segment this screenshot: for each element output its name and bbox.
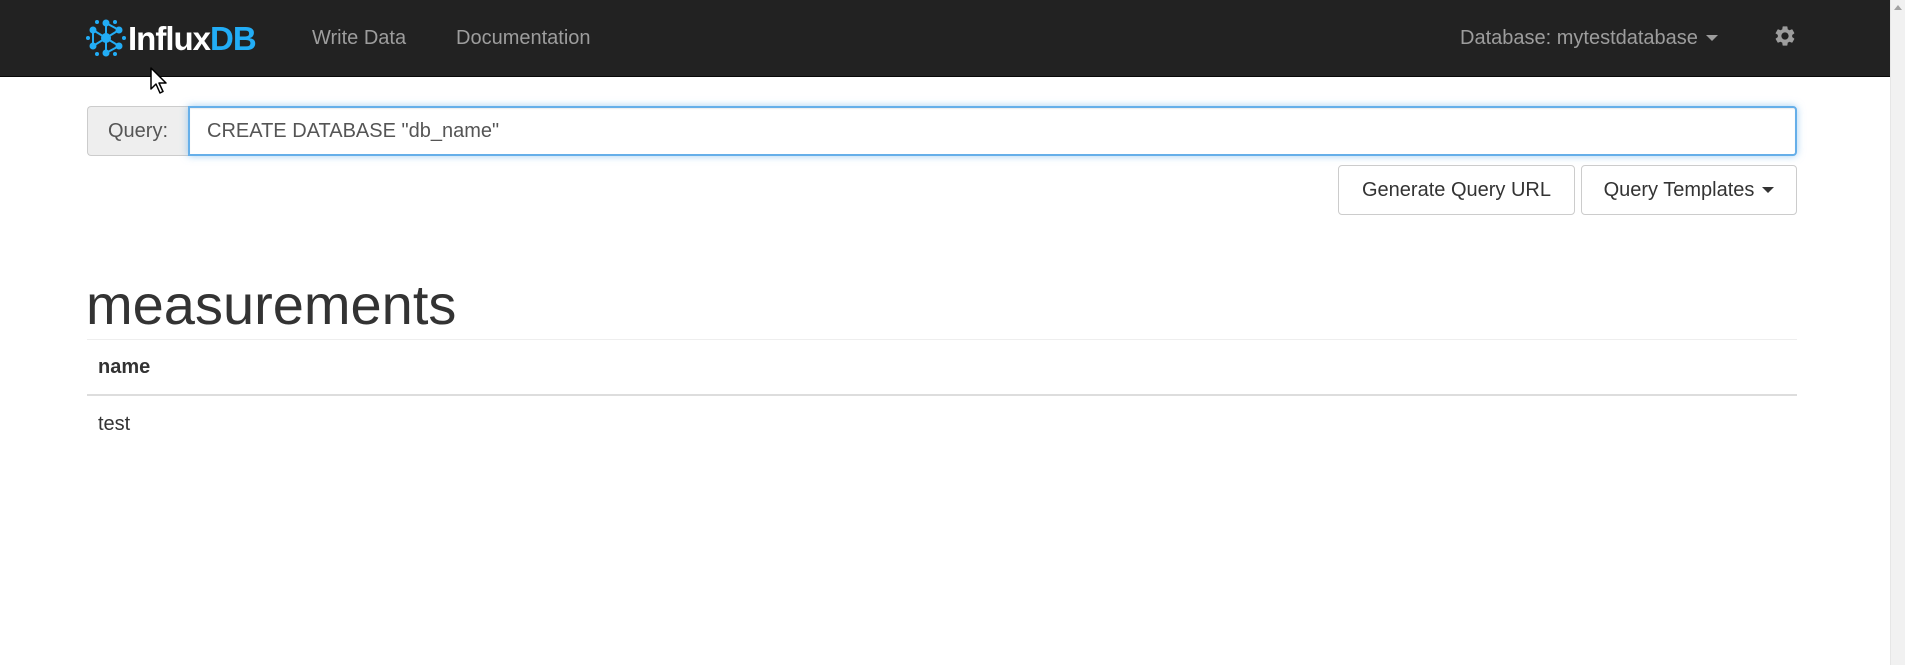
query-input[interactable] bbox=[188, 106, 1797, 156]
database-dropdown-label: Database: mytestdatabase bbox=[1460, 27, 1698, 49]
top-navbar: InfluxDB Write Data Documentation Databa… bbox=[0, 0, 1890, 77]
nav-write-data-link[interactable]: Write Data bbox=[312, 0, 406, 77]
page-scrollbar[interactable] bbox=[1890, 0, 1905, 665]
brand-wordmark: InfluxDB bbox=[128, 19, 257, 57]
table-row: test bbox=[87, 395, 1797, 452]
brand-wordmark-part1: Influx bbox=[128, 19, 211, 57]
database-dropdown[interactable]: Database: mytestdatabase bbox=[1460, 0, 1718, 77]
results-table: name test bbox=[87, 340, 1797, 452]
influxdb-logo[interactable]: InfluxDB bbox=[86, 16, 257, 60]
table-header-row: name bbox=[87, 340, 1797, 396]
generate-query-url-button[interactable]: Generate Query URL bbox=[1338, 165, 1575, 215]
query-templates-label: Query Templates bbox=[1603, 179, 1755, 201]
gear-icon[interactable] bbox=[1773, 24, 1797, 48]
table-cell-name: test bbox=[98, 412, 131, 435]
result-series-title: measurements bbox=[86, 273, 457, 336]
scroll-up-arrow-icon[interactable] bbox=[1894, 5, 1902, 10]
query-templates-button[interactable]: Query Templates bbox=[1581, 165, 1797, 215]
caret-down-icon bbox=[1762, 186, 1775, 193]
query-input-group: Query: bbox=[87, 106, 1797, 156]
nav-documentation-link[interactable]: Documentation bbox=[456, 0, 591, 77]
query-label: Query: bbox=[87, 106, 188, 156]
caret-down-icon bbox=[1705, 34, 1718, 41]
column-header-name: name bbox=[87, 340, 1797, 396]
influxdb-molecule-icon bbox=[86, 19, 126, 57]
brand-wordmark-part2: DB bbox=[210, 19, 257, 57]
